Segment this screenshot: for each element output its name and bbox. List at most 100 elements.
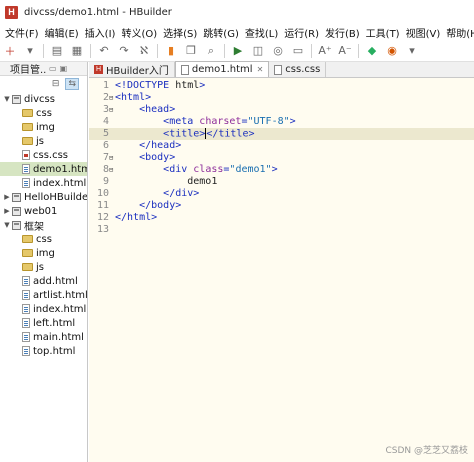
editor-tabs: H HBuilder入门 demo1.html ✕ css.css [89,61,474,78]
menu-item[interactable]: 视图(V) [403,25,444,40]
menu-item[interactable]: 帮助(H) [443,25,474,40]
line-number: 7 [102,152,109,163]
editor-tab[interactable]: demo1.html ✕ [174,61,270,77]
tree-item-label: artlist.html [33,289,87,301]
save-icon[interactable]: ▤ [50,44,64,58]
code-line: 4 <meta charset="UTF-8"> [89,116,474,128]
collapsed-arrow-icon[interactable]: ▶ [2,193,12,201]
code-text: </head> [139,140,182,151]
tree-item[interactable]: img [0,120,87,134]
menu-item[interactable]: 转义(O) [118,25,160,40]
code-text: <!DOCTYPE html> [115,80,206,91]
theme-icon[interactable]: ◆ [365,44,379,58]
tree-item-label: css [36,107,52,119]
editor-tab[interactable]: css.css [269,62,327,77]
tree-item[interactable]: js [0,134,87,148]
fold-toggle-icon[interactable]: ⊟ [109,104,113,116]
terminal-icon[interactable]: ▭ [291,44,305,58]
tree-item-label: divcss [24,93,55,105]
tree-item[interactable]: css [0,106,87,120]
add-icon[interactable]: ＋ [3,44,17,58]
html-file-icon [22,332,30,342]
tree-item[interactable]: css [0,232,87,246]
run-icon[interactable]: ▶ [231,44,245,58]
line-number: 11 [96,200,109,211]
redo-icon[interactable]: ↷ [117,44,131,58]
menu-item[interactable]: 跳转(G) [200,25,242,40]
expanded-arrow-icon[interactable]: ▼ [2,221,12,229]
more-icon[interactable]: ▾ [405,44,419,58]
tree-item[interactable]: demo1.html [0,162,87,176]
tree-item[interactable]: css.css [0,148,87,162]
menu-item[interactable]: 运行(R) [281,25,322,40]
file-tab-icon [274,64,283,75]
maximize-icon[interactable]: ▣ [60,64,68,73]
tree-item[interactable]: left.html [0,316,87,330]
font-decrease-icon[interactable]: A⁻ [338,44,352,58]
tree-item[interactable]: js [0,260,87,274]
tree-item[interactable]: img [0,246,87,260]
dropdown-icon[interactable]: ▾ [23,44,37,58]
code-line: 8 ⊟ <div class="demo1"> [89,164,474,176]
menu-item[interactable]: 选择(S) [160,25,200,40]
link-with-editor-icon[interactable]: ⇆ [65,78,79,90]
format-icon[interactable]: ℵ [137,44,151,58]
collapsed-arrow-icon[interactable]: ▶ [2,207,12,215]
code-text: </div> [163,188,200,199]
tree-item[interactable]: index.html [0,176,87,190]
copy-icon[interactable]: ❐ [184,44,198,58]
code-line: 7 ⊟ <body> [89,152,474,164]
tree-item[interactable]: top.html [0,344,87,358]
file-tab-icon [180,64,189,75]
menu-item[interactable]: 工具(T) [363,25,403,40]
find-icon[interactable]: ⌕ [204,44,218,58]
fold-toggle-icon[interactable]: ⊟ [109,92,113,104]
code-text: <div class="demo1"> [163,164,278,175]
browser-icon[interactable]: ◎ [271,44,285,58]
code-text: <head> [139,104,176,115]
save-all-icon[interactable]: ▦ [70,44,84,58]
code-line: 11 </body> [89,200,474,212]
chrome-icon[interactable]: ◉ [385,44,399,58]
project-icon [12,206,21,216]
html-file-icon [22,178,30,188]
tree-item-label: css.css [33,149,69,161]
undo-icon[interactable]: ↶ [97,44,111,58]
tree-item[interactable]: main.html [0,330,87,344]
preview-icon[interactable]: ◫ [251,44,265,58]
tab-label: demo1.html [191,64,253,75]
tree-project[interactable]: ▶ HelloHBuilder [0,190,87,204]
minimize-icon[interactable]: ▭ [49,64,57,73]
menu-item[interactable]: 插入(I) [82,25,119,40]
collapse-all-icon[interactable]: ⊟ [52,79,60,89]
tree-project[interactable]: ▼ divcss [0,92,87,106]
folder-icon [22,137,33,145]
close-icon[interactable]: ✕ [257,65,264,74]
tree-item-label: web01 [24,205,58,217]
expanded-arrow-icon[interactable]: ▼ [2,95,12,103]
fold-toggle-icon[interactable]: ⊟ [109,152,113,164]
font-increase-icon[interactable]: A⁺ [318,44,332,58]
line-number: 8 [102,164,109,175]
folder-icon [22,263,33,271]
code-editor[interactable]: CSDN @芝芝又荔枝 1 <!DOCTYPE html> 2 ⊟ <html> 3 ⊟ <… [89,78,474,462]
tree-project[interactable]: ▼ 框架 [0,218,87,232]
tree-project[interactable]: ▶ web01 [0,204,87,218]
menu-item[interactable]: 文件(F) [0,25,42,40]
tree-item[interactable]: index.html [0,302,87,316]
panel-header: 项目管... ▭ ▣ [0,62,87,76]
project-icon [12,94,21,104]
editor-tab[interactable]: H HBuilder入门 [89,62,175,77]
bookmark-icon[interactable]: ▮ [164,44,178,58]
toolbar-separator [157,43,158,58]
toolbar-separator [90,43,91,58]
menu-item[interactable]: 查找(L) [242,25,281,40]
code-text: <html> [115,92,152,103]
tree-item[interactable]: add.html [0,274,87,288]
code-text: demo1 [115,176,218,187]
tree-item[interactable]: artlist.html [0,288,87,302]
hbuilder-tab-icon: H [94,65,103,74]
menu-item[interactable]: 发行(B) [322,25,363,40]
fold-toggle-icon[interactable]: ⊟ [109,164,113,176]
menu-item[interactable]: 编辑(E) [42,25,82,40]
